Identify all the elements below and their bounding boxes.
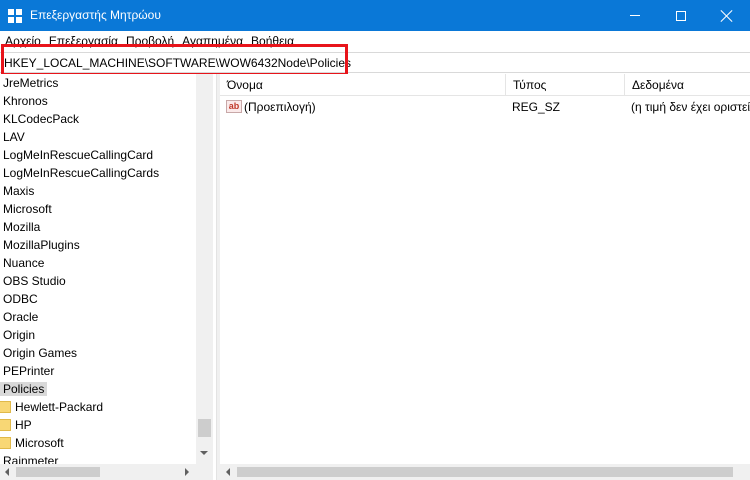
tree-child-item[interactable]: Microsoft	[0, 434, 67, 452]
close-icon	[721, 10, 733, 22]
title-bar: Επεξεργαστής Μητρώου	[0, 0, 750, 31]
list-row[interactable]: ab (Προεπιλογή) REG_SZ (η τιμή δεν έχει ο…	[220, 98, 750, 116]
maximize-icon	[676, 10, 686, 21]
column-header-type[interactable]: Τύπος	[506, 74, 625, 96]
tree-item[interactable]: Rainmeter	[0, 452, 61, 464]
values-list-pane: Όνομα Τύπος Δεδομένα ab (Προεπιλογή) REG_…	[220, 74, 750, 480]
tree-item[interactable]: OBS Studio	[0, 272, 69, 290]
tree-item[interactable]: ODBC	[0, 290, 41, 308]
tree-item[interactable]: LAV	[0, 128, 28, 146]
scroll-down-icon[interactable]	[200, 451, 208, 455]
tree-item[interactable]: Microsoft	[0, 200, 55, 218]
minimize-button[interactable]	[612, 0, 658, 31]
scroll-left-icon[interactable]	[5, 468, 9, 476]
tree-item[interactable]: Origin	[0, 326, 38, 344]
tree-item[interactable]: KLCodecPack	[0, 110, 82, 128]
tree-item[interactable]: JreMetrics	[0, 74, 61, 92]
menu-favorites[interactable]: Αγαπημένα	[178, 31, 247, 51]
tree-horizontal-scrollbar[interactable]	[0, 464, 196, 480]
maximize-button[interactable]	[658, 0, 704, 31]
scroll-thumb[interactable]	[198, 419, 211, 437]
minimize-icon	[630, 15, 640, 16]
tree-child-item[interactable]: Hewlett-Packard	[0, 398, 106, 416]
folder-icon	[0, 436, 11, 449]
close-button[interactable]	[704, 0, 750, 31]
tree-item[interactable]: Nuance	[0, 254, 47, 272]
folder-icon	[0, 400, 11, 413]
folder-icon	[0, 418, 11, 431]
window-title: Επεξεργαστής Μητρώου	[30, 8, 161, 22]
menu-edit[interactable]: Επεξεργασία	[45, 31, 122, 51]
tree-item[interactable]: LogMeInRescueCallingCard	[0, 146, 156, 164]
menu-file[interactable]: Αρχείο	[0, 31, 45, 51]
tree-item[interactable]: MozillaPlugins	[0, 236, 83, 254]
tree-vertical-scrollbar[interactable]	[196, 74, 213, 464]
scroll-right-icon[interactable]	[185, 468, 189, 476]
registry-editor-icon	[8, 9, 22, 23]
tree-item[interactable]: Oracle	[0, 308, 41, 326]
registry-tree: JreMetrics Khronos KLCodecPack LAV LogMe…	[0, 74, 196, 464]
string-value-icon: ab	[226, 100, 242, 114]
cell-data: (η τιμή δεν έχει οριστεί)	[631, 100, 750, 114]
list-horizontal-scrollbar[interactable]	[220, 464, 750, 480]
cell-name: ab (Προεπιλογή)	[226, 98, 504, 116]
value-name: (Προεπιλογή)	[244, 100, 316, 114]
address-bar[interactable]: HKEY_LOCAL_MACHINE\SOFTWARE\WOW6432Node\…	[0, 52, 750, 73]
tree-item[interactable]: LogMeInRescueCallingCards	[0, 164, 162, 182]
tree-item[interactable]: Mozilla	[0, 218, 43, 236]
cell-type: REG_SZ	[512, 100, 561, 114]
scroll-left-icon[interactable]	[226, 468, 230, 476]
tree-child-item[interactable]: HP	[0, 416, 35, 434]
tree-item[interactable]: Khronos	[0, 92, 51, 110]
tree-item[interactable]: Maxis	[0, 182, 37, 200]
scroll-corner	[196, 464, 213, 480]
scroll-thumb[interactable]	[16, 467, 100, 477]
tree-item-selected[interactable]: Policies	[0, 380, 48, 398]
menu-view[interactable]: Προβολή	[122, 31, 178, 51]
column-header-data[interactable]: Δεδομένα	[625, 74, 750, 96]
registry-tree-pane: JreMetrics Khronos KLCodecPack LAV LogMe…	[0, 74, 216, 480]
address-path[interactable]: HKEY_LOCAL_MACHINE\SOFTWARE\WOW6432Node\…	[4, 56, 351, 70]
tree-item[interactable]: Origin Games	[0, 344, 80, 362]
list-header: Όνομα Τύπος Δεδομένα	[220, 74, 750, 96]
column-header-name[interactable]: Όνομα	[220, 74, 506, 96]
menu-help[interactable]: Βοήθεια	[247, 31, 298, 51]
scroll-thumb[interactable]	[237, 467, 733, 477]
menu-bar: Αρχείο Επεξεργασία Προβολή Αγαπημένα Βοή…	[0, 31, 750, 51]
tree-item[interactable]: PEPrinter	[0, 362, 57, 380]
